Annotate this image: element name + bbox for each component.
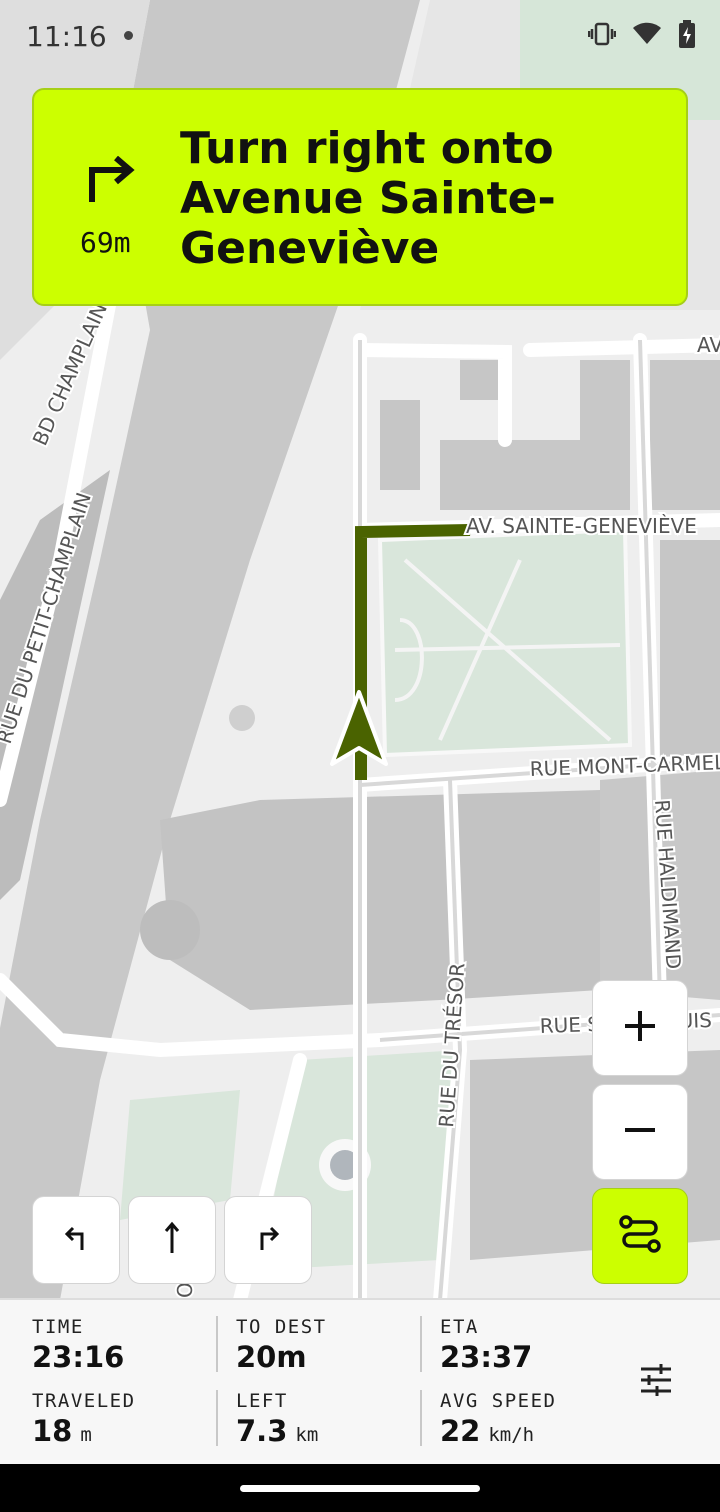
status-bar: 11:16 (0, 0, 720, 72)
lane-turn-right[interactable] (224, 1196, 312, 1284)
home-handle[interactable] (240, 1485, 480, 1492)
turn-instruction: Turn right onto Avenue Sainte-Geneviève (180, 123, 556, 274)
navigation-banner[interactable]: 69m Turn right onto Avenue Sainte-Genevi… (32, 88, 688, 306)
divider (420, 1316, 422, 1372)
straight-lane-icon (158, 1221, 186, 1260)
lane-turn-left[interactable] (32, 1196, 120, 1284)
lane-straight[interactable] (128, 1196, 216, 1284)
route-icon (618, 1214, 662, 1259)
minus-icon (623, 1113, 657, 1152)
turn-right-lane-icon (254, 1224, 282, 1257)
zoom-out-button[interactable] (592, 1084, 688, 1180)
turn-right-icon (86, 155, 142, 209)
gesture-navigation-bar (0, 1464, 720, 1512)
stat-to-dest: TO DEST 20m (236, 1316, 327, 1374)
divider (216, 1390, 218, 1446)
stat-traveled: TRAVELED 18 m (32, 1390, 136, 1448)
stat-left: LEFT 7.3 km (236, 1390, 319, 1448)
notification-dot (124, 31, 133, 40)
wifi-icon (632, 22, 662, 51)
turn-left-lane-icon (62, 1224, 90, 1257)
stat-eta: ETA 23:37 (440, 1316, 533, 1374)
status-time: 11:16 (26, 20, 107, 53)
plus-icon (623, 1009, 657, 1048)
divider (420, 1390, 422, 1446)
trip-settings-button[interactable] (628, 1358, 684, 1406)
route-options-button[interactable] (592, 1188, 688, 1284)
battery-charging-icon (678, 19, 696, 53)
maneuver-distance: 69m (80, 226, 131, 259)
stat-time: TIME 23:16 (32, 1316, 125, 1374)
status-icons (587, 19, 696, 53)
zoom-in-button[interactable] (592, 980, 688, 1076)
divider (216, 1316, 218, 1372)
street-label: AV (697, 333, 720, 357)
sliders-icon (639, 1363, 673, 1402)
stat-avg-speed: AVG SPEED 22 km/h (440, 1390, 557, 1448)
street-label: AV. SAINTE-GENEVIÈVE (466, 514, 697, 538)
vibrate-icon (587, 22, 617, 51)
